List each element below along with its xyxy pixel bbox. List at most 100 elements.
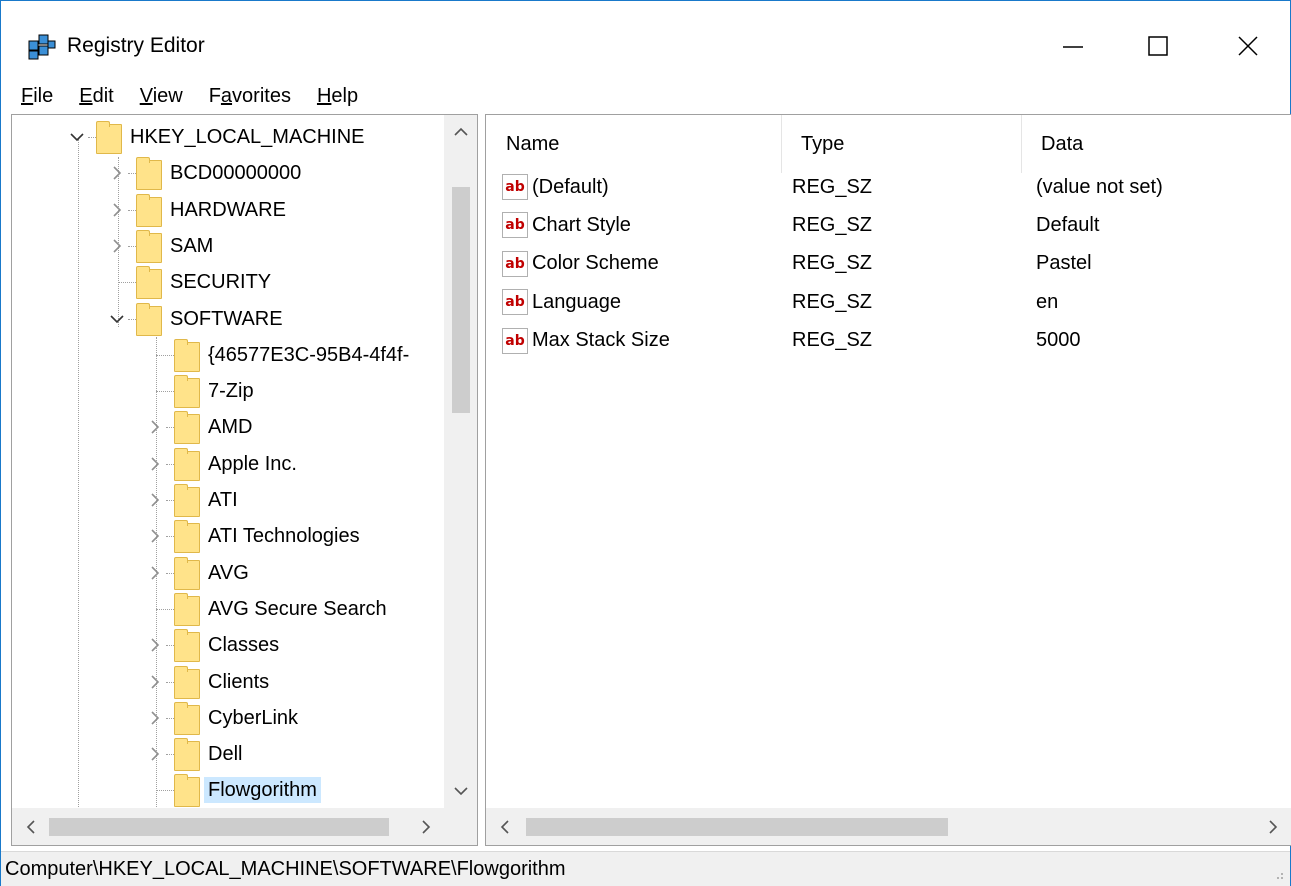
minimize-icon [1063, 46, 1083, 48]
menu-view[interactable]: View [140, 85, 183, 108]
title-bar[interactable]: Registry Editor [1, 1, 1290, 79]
tree-item-label: HARDWARE [170, 198, 286, 221]
collapse-toggle[interactable] [68, 128, 86, 146]
string-value-icon: ab [502, 212, 528, 239]
tree-connector [128, 209, 136, 211]
list-scroll-right-button[interactable] [1254, 808, 1291, 845]
tree-item-label: AVG [208, 561, 249, 584]
menu-help-rest: elp [331, 84, 359, 107]
resize-grip-icon[interactable] [1270, 866, 1284, 880]
list-horizontal-thumb[interactable] [526, 818, 948, 836]
tree-connector [88, 137, 96, 138]
tree-item-label: AVG Secure Search [208, 597, 387, 620]
column-header-data[interactable]: Data [1021, 115, 1291, 173]
value-name-cell: ab Max Stack Size [502, 322, 670, 360]
menu-view-rest: iew [152, 84, 183, 107]
column-header-type-label: Type [801, 132, 845, 155]
expand-toggle[interactable] [108, 237, 126, 255]
folder-icon [174, 520, 200, 554]
menu-favorites[interactable]: Favorites [209, 85, 291, 108]
list-horizontal-scrollbar[interactable] [486, 808, 1291, 845]
key-tree-pane[interactable]: HKEY_LOCAL_MACHINE BCD00000000 HARDWARE SAM… [11, 114, 478, 846]
tree-scroll-right-button[interactable] [407, 808, 444, 845]
value-data: en [1036, 290, 1059, 313]
expand-toggle[interactable] [146, 636, 164, 654]
tree-connector [166, 536, 174, 538]
tree-item[interactable]: SECURITY [12, 264, 444, 300]
values-list-pane[interactable]: Name Type Data ab (Default) REG_SZ (value n… [485, 114, 1291, 846]
tree-item[interactable]: AVG Secure Search [12, 591, 444, 627]
tree-item[interactable]: Apple Inc. [12, 446, 444, 482]
menu-help[interactable]: Help [317, 85, 358, 108]
expand-toggle[interactable] [146, 527, 164, 545]
folder-icon [136, 302, 162, 336]
value-row[interactable]: ab Chart Style REG_SZ Default [486, 206, 1286, 244]
tree-item[interactable]: CyberLink [12, 700, 444, 736]
tree-item[interactable]: AVG [12, 555, 444, 591]
tree-item[interactable]: Dell [12, 736, 444, 772]
column-header-type[interactable]: Type [781, 115, 1021, 173]
collapse-toggle[interactable] [108, 310, 126, 328]
scroll-up-button[interactable] [444, 115, 477, 149]
tree-scroll-left-button[interactable] [12, 808, 49, 845]
tree-item-label: HKEY_LOCAL_MACHINE [130, 126, 365, 148]
menu-help-accel: H [316, 84, 332, 107]
value-data: (value not set) [1036, 175, 1163, 198]
chevron-right-icon [151, 457, 160, 471]
minimize-button[interactable] [1041, 21, 1105, 71]
value-row[interactable]: ab (Default) REG_SZ (value not set) [486, 168, 1286, 206]
list-scroll-left-button[interactable] [486, 808, 523, 845]
chevron-right-icon [151, 747, 160, 761]
menu-file-rest: ile [33, 84, 54, 107]
tree-item[interactable]: {46577E3C-95B4-4f4f- [12, 337, 444, 373]
value-data: Default [1036, 213, 1100, 236]
menu-file[interactable]: File [21, 85, 53, 108]
expand-toggle[interactable] [108, 164, 126, 182]
expand-toggle[interactable] [146, 455, 164, 473]
tree-item[interactable]: 7-Zip [12, 373, 444, 409]
expand-toggle[interactable] [146, 745, 164, 763]
tree-horizontal-scrollbar[interactable] [12, 808, 444, 845]
expand-toggle[interactable] [146, 418, 164, 436]
chevron-right-icon [151, 674, 160, 689]
menu-edit[interactable]: Edit [79, 85, 113, 108]
value-row[interactable]: ab Max Stack Size REG_SZ 5000 [486, 322, 1286, 360]
tree-item[interactable]: ATI Technologies [12, 518, 444, 554]
tree-item[interactable]: HKEY_LOCAL_MACHINE [12, 119, 444, 155]
tree-connector [156, 608, 174, 610]
scroll-down-button[interactable] [444, 774, 477, 808]
column-header-name[interactable]: Name [486, 115, 781, 173]
column-header-name-label: Name [506, 132, 560, 155]
tree-horizontal-thumb[interactable] [49, 818, 389, 836]
tree-item[interactable]: SOFTWARE [12, 301, 444, 337]
tree-item[interactable]: AMD [12, 409, 444, 445]
folder-icon [174, 447, 200, 481]
tree-item[interactable]: Clients [12, 664, 444, 700]
expand-toggle[interactable] [146, 709, 164, 727]
expand-toggle[interactable] [146, 491, 164, 509]
tree-vertical-scrollbar[interactable] [444, 115, 477, 808]
tree-item[interactable]: BCD00000000 [12, 155, 444, 191]
value-row[interactable]: ab Language REG_SZ en [486, 283, 1286, 321]
maximize-button[interactable] [1126, 21, 1190, 71]
folder-icon [174, 375, 200, 409]
tree-item[interactable]: ATI [12, 482, 444, 518]
close-button[interactable] [1216, 21, 1280, 71]
expand-toggle[interactable] [146, 673, 164, 691]
tree-connector [128, 245, 136, 247]
menu-bar: File Edit View Favorites Help [1, 79, 1290, 113]
tree-item[interactable]: SAM [12, 228, 444, 264]
tree-item-label: SOFTWARE [170, 307, 283, 330]
tree-vertical-thumb[interactable] [452, 187, 470, 413]
folder-icon [174, 411, 200, 445]
value-row[interactable]: ab Color Scheme REG_SZ Pastel [486, 245, 1286, 283]
menu-edit-accel: E [79, 84, 93, 107]
tree-item[interactable]: Flowgorithm [12, 772, 444, 808]
tree-item[interactable]: Classes [12, 627, 444, 663]
chevron-right-icon [151, 529, 160, 543]
expand-toggle[interactable] [146, 564, 164, 582]
tree-item[interactable]: HARDWARE [12, 192, 444, 228]
value-name: Color Scheme [532, 252, 659, 275]
expand-toggle[interactable] [108, 201, 126, 219]
menu-view-accel: V [139, 84, 153, 107]
